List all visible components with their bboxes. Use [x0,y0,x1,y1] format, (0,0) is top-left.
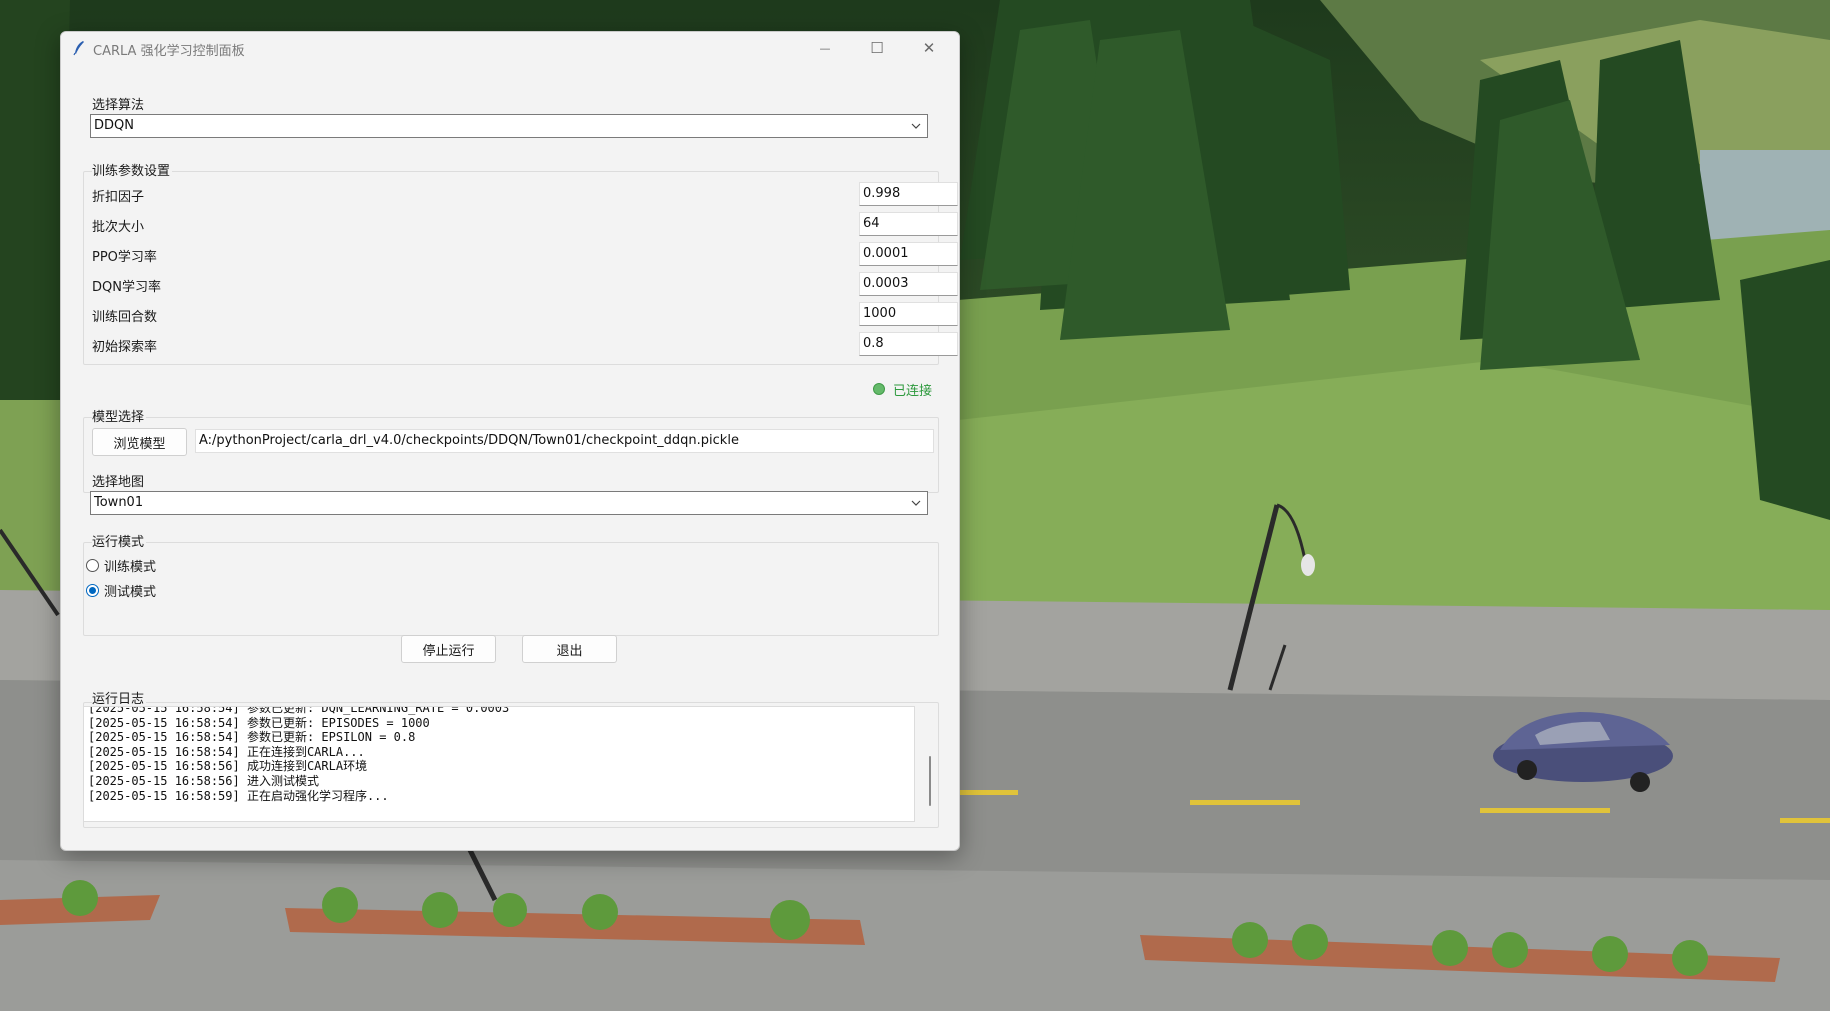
maximize-icon: ☐ [870,39,884,57]
stop-button[interactable]: 停止运行 [401,635,496,663]
status-text: 已连接 [893,383,933,399]
log-line: [2025-05-15 16:58:54] 参数已更新: EPISODES = … [88,715,430,730]
param-label: DQN学习率 [92,280,161,295]
map-selected-value: Town01 [94,495,144,510]
exit-button[interactable]: 退出 [522,635,617,663]
algorithm-label: 选择算法 [92,97,145,112]
map-label: 选择地图 [92,471,147,490]
param-row-ppo-lr: PPO学习率 0.0001 [92,240,958,270]
log-scrollbar[interactable] [925,708,937,824]
model-path-field[interactable]: A:/pythonProject/carla_drl_v4.0/checkpoi… [195,429,934,453]
status-dot-icon [873,383,885,395]
chevron-down-icon [909,492,923,514]
log-line: [2025-05-15 16:58:56] 成功连接到CARLA环境 [88,759,368,774]
log-label: 运行日志 [92,688,147,707]
episodes-input[interactable]: 1000 [859,302,958,326]
log-lines: [2025-05-15 16:58:54] 参数已更新: DQN_LEARNIN… [88,706,510,803]
discount-factor-input[interactable]: 0.998 [859,182,958,206]
train-mode-radio[interactable]: 训练模式 [86,554,156,576]
param-label: 初始探索率 [92,340,158,355]
close-icon: ✕ [922,39,936,57]
ppo-learning-rate-input[interactable]: 0.0001 [859,242,958,266]
log-line: [2025-05-15 16:58:54] 参数已更新: EPSILON = 0… [88,730,416,745]
chevron-down-icon [909,115,923,137]
param-label: 批次大小 [92,220,145,235]
log-line: [2025-05-15 16:58:56] 进入测试模式 [88,773,319,788]
minimize-button[interactable]: — [799,32,851,64]
param-label: PPO学习率 [92,250,157,265]
title-bar[interactable]: CARLA 强化学习控制面板 — ☐ ✕ [61,32,959,64]
model-label: 模型选择 [92,406,147,425]
test-mode-radio[interactable]: 测试模式 [86,579,156,601]
maximize-button[interactable]: ☐ [851,32,903,64]
param-label: 折扣因子 [92,190,145,205]
minimize-icon: — [819,41,831,55]
feather-icon [73,41,84,56]
radio-label: 测试模式 [104,584,157,600]
log-line: [2025-05-15 16:58:54] 参数已更新: DQN_LEARNIN… [88,706,510,715]
param-row-episodes: 训练回合数 1000 [92,300,958,330]
radio-label: 训练模式 [104,559,157,575]
batch-size-input[interactable]: 64 [859,212,958,236]
connection-status: 已连接 [873,380,933,399]
log-textarea[interactable]: [2025-05-15 16:58:54] 参数已更新: DQN_LEARNIN… [83,706,915,822]
close-button[interactable]: ✕ [903,32,955,64]
algorithm-select[interactable]: DDQN [90,114,928,138]
log-line: [2025-05-15 16:58:54] 正在连接到CARLA... [88,744,365,759]
param-row-epsilon: 初始探索率 0.8 [92,330,958,360]
initial-epsilon-input[interactable]: 0.8 [859,332,958,356]
browse-model-button[interactable]: 浏览模型 [92,428,187,456]
log-line: [2025-05-15 16:58:59] 正在启动强化学习程序... [88,788,389,803]
param-row-batch: 批次大小 64 [92,210,958,240]
training-params-label: 训练参数设置 [92,160,173,179]
window-title: CARLA 强化学习控制面板 [93,44,245,59]
algorithm-selected-value: DDQN [94,118,134,133]
dqn-learning-rate-input[interactable]: 0.0003 [859,272,958,296]
control-panel-window: CARLA 强化学习控制面板 — ☐ ✕ 选择算法 DDQN 训练参数设置 折扣… [60,31,960,851]
radio-checked-icon[interactable] [86,583,99,597]
mode-group [83,542,939,636]
mode-label: 运行模式 [92,531,147,550]
log-scrollbar-thumb[interactable] [929,756,931,806]
map-select[interactable]: Town01 [90,491,928,515]
param-label: 训练回合数 [92,310,158,325]
param-row-discount: 折扣因子 0.998 [92,180,958,210]
param-row-dqn-lr: DQN学习率 0.0003 [92,270,958,300]
radio-unchecked-icon[interactable] [86,558,99,572]
